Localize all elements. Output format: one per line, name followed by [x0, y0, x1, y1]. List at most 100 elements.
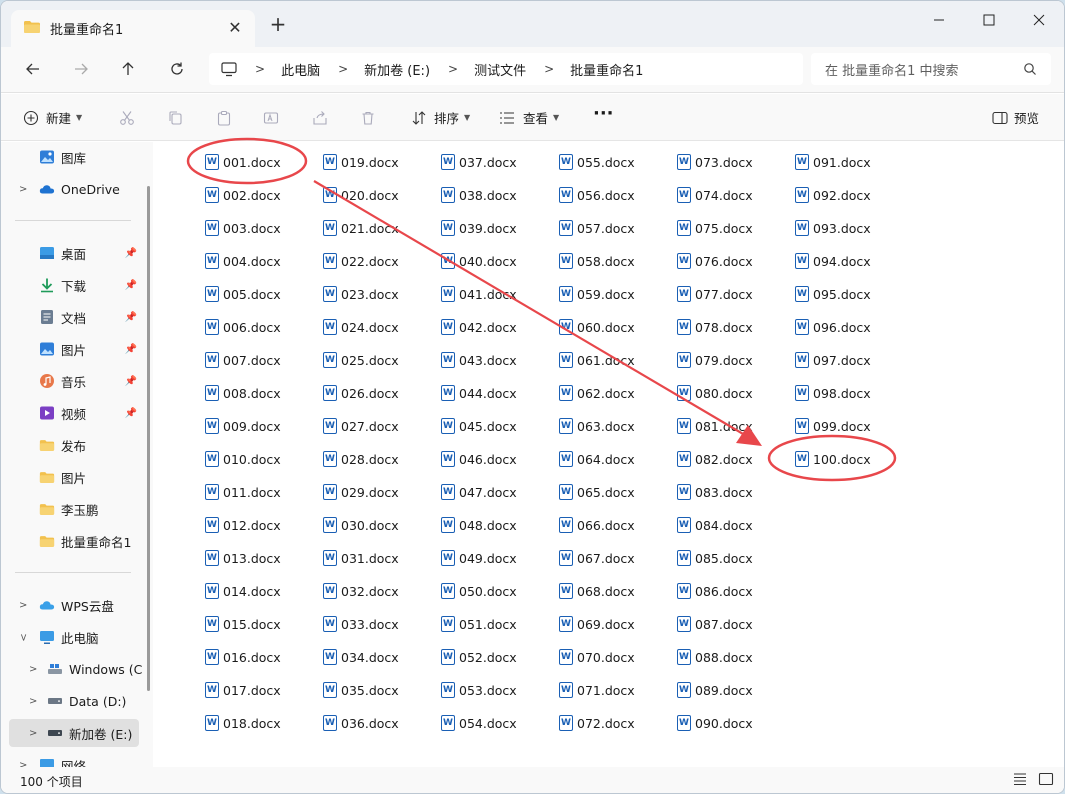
back-button[interactable]: [23, 59, 43, 79]
file-item[interactable]: W 059.docx: [559, 284, 635, 304]
sidebar-item-videos[interactable]: 视频 📌: [9, 399, 139, 427]
file-item[interactable]: W 052.docx: [441, 647, 517, 667]
file-item[interactable]: W 043.docx: [441, 350, 517, 370]
forward-button[interactable]: [71, 59, 91, 79]
file-item[interactable]: W 032.docx: [323, 581, 399, 601]
file-item[interactable]: W 012.docx: [205, 515, 281, 535]
file-item[interactable]: W 096.docx: [795, 317, 871, 337]
file-item[interactable]: W 024.docx: [323, 317, 399, 337]
file-item[interactable]: W 001.docx: [205, 152, 281, 172]
file-item[interactable]: W 026.docx: [323, 383, 399, 403]
file-item[interactable]: W 093.docx: [795, 218, 871, 238]
file-item[interactable]: W 010.docx: [205, 449, 281, 469]
file-item[interactable]: W 066.docx: [559, 515, 635, 535]
maximize-button[interactable]: [964, 1, 1014, 39]
breadcrumb-test-files[interactable]: 测试文件: [474, 60, 526, 79]
file-item[interactable]: W 016.docx: [205, 647, 281, 667]
file-item[interactable]: W 088.docx: [677, 647, 753, 667]
tab-close-button[interactable]: ✕: [227, 20, 243, 36]
file-item[interactable]: W 083.docx: [677, 482, 753, 502]
sidebar-item-drive-d[interactable]: > Data (D:): [9, 687, 139, 715]
file-item[interactable]: W 018.docx: [205, 713, 281, 733]
more-options-button[interactable]: ···: [593, 103, 614, 124]
tab-current-folder[interactable]: 批量重命名1 ✕: [11, 10, 255, 47]
file-item[interactable]: W 050.docx: [441, 581, 517, 601]
minimize-button[interactable]: [914, 1, 964, 39]
file-item[interactable]: W 057.docx: [559, 218, 635, 238]
sidebar-item-pictures[interactable]: 图片 📌: [9, 335, 139, 363]
file-item[interactable]: W 090.docx: [677, 713, 753, 733]
sidebar-item-folder-publish[interactable]: 发布: [9, 431, 139, 459]
file-item[interactable]: W 038.docx: [441, 185, 517, 205]
sidebar-item-downloads[interactable]: 下载 📌: [9, 271, 139, 299]
sidebar-scrollbar[interactable]: [147, 186, 150, 691]
sidebar-item-folder-batch-rename[interactable]: 批量重命名1: [9, 527, 139, 555]
file-item[interactable]: W 039.docx: [441, 218, 517, 238]
file-item[interactable]: W 068.docx: [559, 581, 635, 601]
file-item[interactable]: W 082.docx: [677, 449, 753, 469]
file-item[interactable]: W 029.docx: [323, 482, 399, 502]
details-view-button[interactable]: [1012, 772, 1028, 786]
file-item[interactable]: W 004.docx: [205, 251, 281, 271]
file-item[interactable]: W 064.docx: [559, 449, 635, 469]
copy-button[interactable]: [165, 108, 185, 128]
share-button[interactable]: [310, 108, 330, 128]
breadcrumb-current-folder[interactable]: 批量重命名1: [570, 60, 643, 79]
file-item[interactable]: W 095.docx: [795, 284, 871, 304]
file-item[interactable]: W 011.docx: [205, 482, 281, 502]
file-item[interactable]: W 042.docx: [441, 317, 517, 337]
file-item[interactable]: W 081.docx: [677, 416, 753, 436]
sidebar-item-gallery[interactable]: 图库: [9, 143, 139, 171]
sidebar-item-folder-pictures[interactable]: 图片: [9, 463, 139, 491]
file-item[interactable]: W 089.docx: [677, 680, 753, 700]
file-item[interactable]: W 035.docx: [323, 680, 399, 700]
file-item[interactable]: W 017.docx: [205, 680, 281, 700]
file-item[interactable]: W 044.docx: [441, 383, 517, 403]
search-input[interactable]: 在 批量重命名1 中搜索: [825, 60, 959, 79]
file-item[interactable]: W 020.docx: [323, 185, 399, 205]
file-item[interactable]: W 053.docx: [441, 680, 517, 700]
file-item[interactable]: W 076.docx: [677, 251, 753, 271]
file-item[interactable]: W 056.docx: [559, 185, 635, 205]
sidebar-item-music[interactable]: 音乐 📌: [9, 367, 139, 395]
refresh-button[interactable]: [167, 59, 187, 79]
file-item[interactable]: W 078.docx: [677, 317, 753, 337]
view-button[interactable]: 查看 ▼: [499, 108, 559, 127]
file-item[interactable]: W 048.docx: [441, 515, 517, 535]
file-item[interactable]: W 028.docx: [323, 449, 399, 469]
file-item[interactable]: W 100.docx: [795, 449, 871, 469]
file-item[interactable]: W 014.docx: [205, 581, 281, 601]
cut-button[interactable]: [117, 108, 137, 128]
sidebar-item-documents[interactable]: 文档 📌: [9, 303, 139, 331]
breadcrumb-this-pc[interactable]: 此电脑: [281, 60, 320, 79]
file-item[interactable]: W 063.docx: [559, 416, 635, 436]
file-item[interactable]: W 075.docx: [677, 218, 753, 238]
address-bar[interactable]: > 此电脑 > 新加卷 (E:) > 测试文件 > 批量重命名1: [209, 53, 803, 85]
file-item[interactable]: W 067.docx: [559, 548, 635, 568]
file-item[interactable]: W 040.docx: [441, 251, 517, 271]
file-item[interactable]: W 097.docx: [795, 350, 871, 370]
file-item[interactable]: W 036.docx: [323, 713, 399, 733]
breadcrumb-drive-e[interactable]: 新加卷 (E:): [364, 60, 430, 79]
file-item[interactable]: W 023.docx: [323, 284, 399, 304]
file-item[interactable]: W 086.docx: [677, 581, 753, 601]
file-item[interactable]: W 013.docx: [205, 548, 281, 568]
file-item[interactable]: W 005.docx: [205, 284, 281, 304]
file-item[interactable]: W 037.docx: [441, 152, 517, 172]
file-item[interactable]: W 021.docx: [323, 218, 399, 238]
sidebar-item-wps-cloud[interactable]: > WPS云盘: [9, 591, 139, 619]
file-item[interactable]: W 094.docx: [795, 251, 871, 271]
file-item[interactable]: W 087.docx: [677, 614, 753, 634]
file-item[interactable]: W 002.docx: [205, 185, 281, 205]
file-item[interactable]: W 071.docx: [559, 680, 635, 700]
file-item[interactable]: W 030.docx: [323, 515, 399, 535]
file-item[interactable]: W 033.docx: [323, 614, 399, 634]
file-item[interactable]: W 092.docx: [795, 185, 871, 205]
file-item[interactable]: W 049.docx: [441, 548, 517, 568]
file-item[interactable]: W 046.docx: [441, 449, 517, 469]
preview-button[interactable]: 预览: [992, 108, 1039, 127]
file-item[interactable]: W 022.docx: [323, 251, 399, 271]
file-item[interactable]: W 060.docx: [559, 317, 635, 337]
file-item[interactable]: W 047.docx: [441, 482, 517, 502]
file-item[interactable]: W 074.docx: [677, 185, 753, 205]
